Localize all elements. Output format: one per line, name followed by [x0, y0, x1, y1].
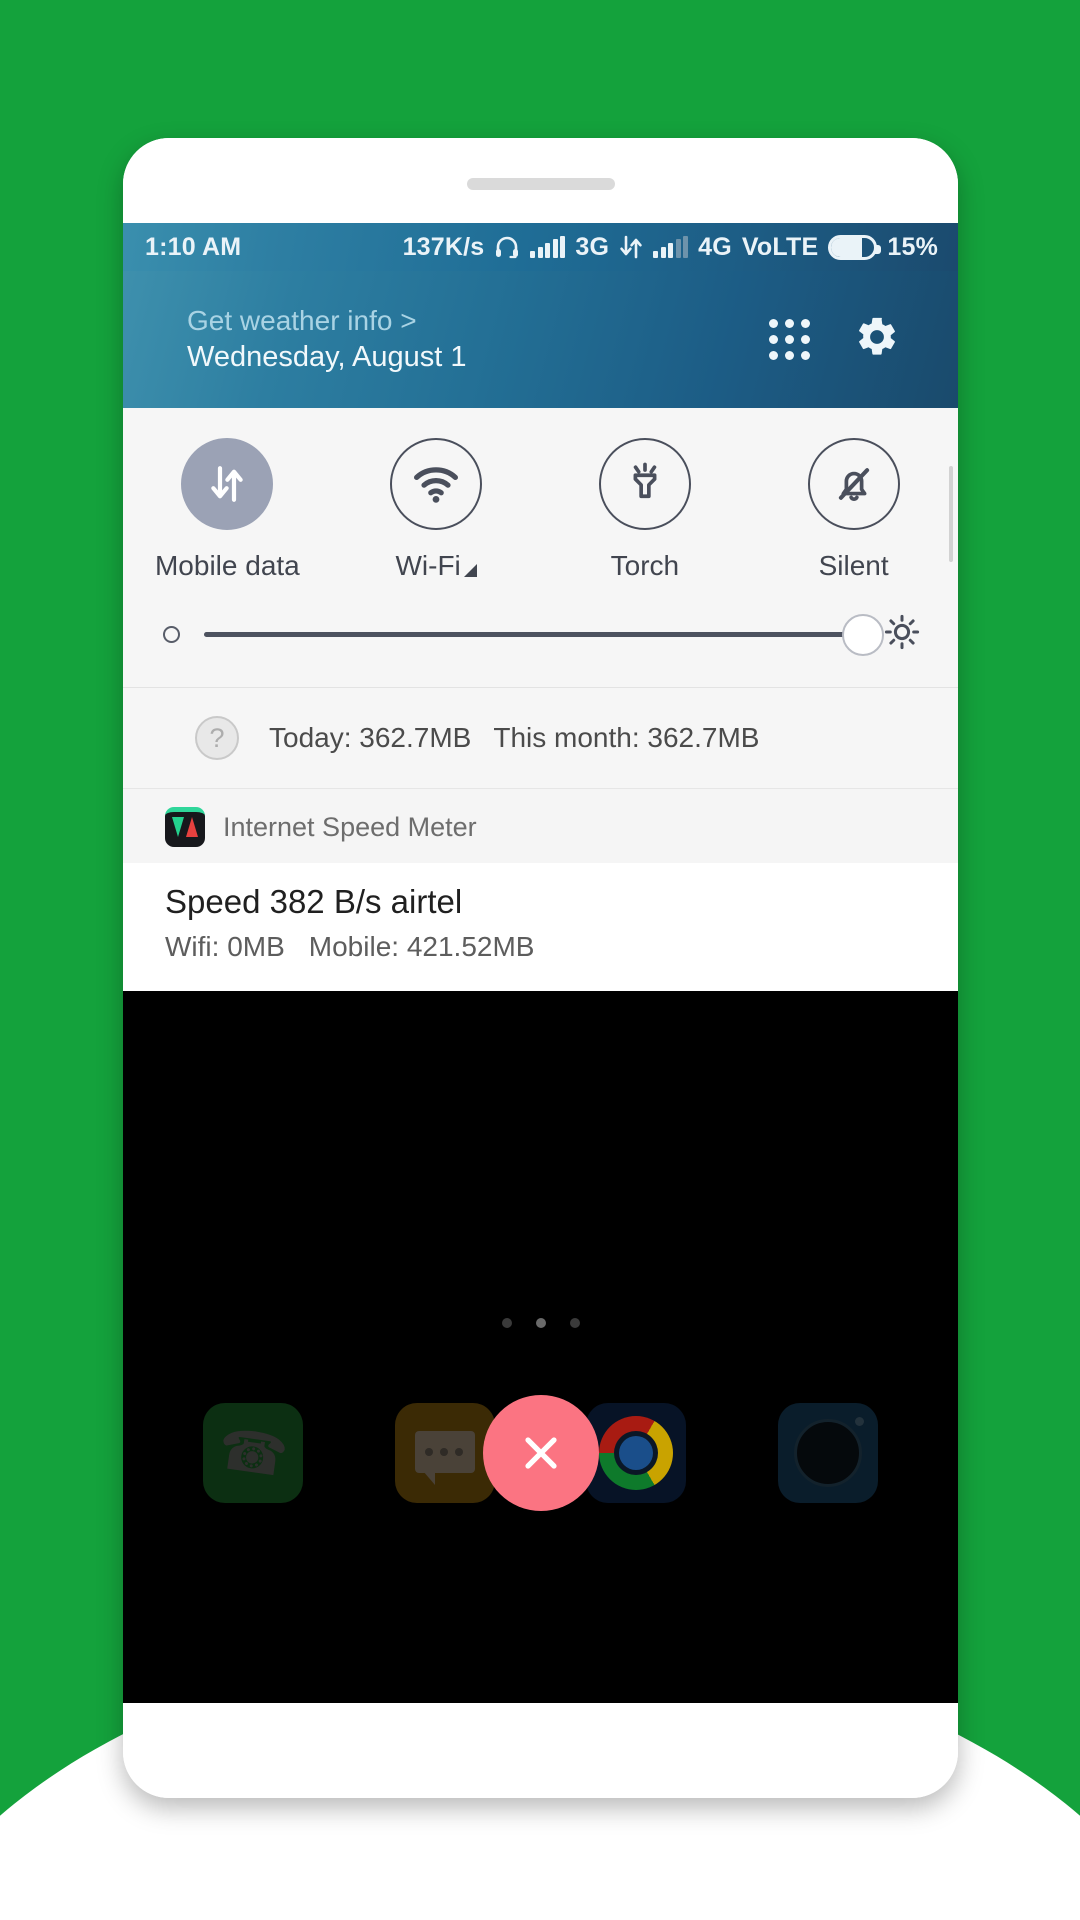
- phone-device-frame: 1:10 AM 137K/s 3G 4G VoLTE 15% Get weath…: [123, 138, 958, 1798]
- data-transfer-arrows-icon: [619, 234, 643, 260]
- toggle-label: Torch: [611, 550, 679, 582]
- data-transfer-arrows-icon[interactable]: [181, 438, 274, 530]
- current-date-label: Wednesday, August 1: [187, 341, 467, 373]
- status-bar-time: 1:10 AM: [145, 232, 242, 261]
- headset-icon: [494, 235, 520, 259]
- bell-off-icon[interactable]: [807, 438, 900, 530]
- chevron-expand-icon[interactable]: [463, 564, 477, 577]
- toggle-torch-label: Torch: [610, 550, 680, 581]
- signal-bars-icon-secondary: [653, 236, 689, 258]
- toggle-silent-label: Silent: [818, 550, 889, 581]
- quick-settings-panel: Mobile data Wi-Fi Torch Silent ? Today: …: [123, 408, 958, 788]
- brightness-low-icon: [163, 626, 180, 643]
- toggle-wifi[interactable]: Wi-Fi: [332, 438, 541, 582]
- quick-settings-header: Get weather info > Wednesday, August 1: [123, 271, 958, 408]
- phone-screen: 1:10 AM 137K/s 3G 4G VoLTE 15% Get weath…: [123, 223, 958, 1703]
- network-speed-text: 137K/s: [402, 232, 485, 261]
- notification-title: Speed 382 B/s airtel: [165, 883, 463, 920]
- toggle-silent[interactable]: Silent: [749, 438, 958, 582]
- battery-percent-label: 15%: [887, 232, 938, 261]
- data-usage-row[interactable]: ? Today: 362.7MB This month: 362.7MB: [123, 688, 958, 788]
- quick-settings-scrollbar[interactable]: [949, 466, 953, 562]
- notification-card[interactable]: Internet Speed Meter Speed 382 B/s airte…: [123, 788, 958, 991]
- notification-wifi-usage: Wifi: 0MB: [165, 931, 285, 962]
- wifi-icon[interactable]: [390, 438, 483, 530]
- battery-icon: [828, 234, 882, 260]
- weather-block[interactable]: Get weather info > Wednesday, August 1: [187, 305, 466, 374]
- toggle-label: Wi-Fi: [395, 550, 477, 582]
- toggle-mobile-data[interactable]: Mobile data: [123, 438, 332, 582]
- earpiece-speaker: [466, 178, 615, 190]
- toggle-wifi-label: Wi-Fi: [395, 550, 461, 581]
- page-indicator: [501, 1318, 580, 1328]
- question-mark-icon[interactable]: ?: [195, 716, 239, 760]
- toggle-label: Silent: [819, 550, 889, 582]
- header-actions: [769, 314, 928, 365]
- toggle-torch[interactable]: Torch: [541, 438, 750, 582]
- phone-icon[interactable]: ☎: [202, 1403, 303, 1503]
- flashlight-icon[interactable]: [598, 438, 691, 530]
- brightness-track[interactable]: [204, 613, 884, 656]
- phone-bottom-bezel: [123, 1703, 958, 1798]
- toggle-mobile-data-label: Mobile data: [154, 550, 300, 581]
- data-usage-month: This month: 362.7MB: [493, 722, 760, 753]
- app-grid-icon[interactable]: [769, 319, 810, 360]
- page-dot: [569, 1318, 580, 1328]
- brightness-thumb[interactable]: [842, 613, 884, 656]
- data-usage-today: Today: 362.7MB: [269, 722, 472, 753]
- internet-speed-meter-icon: [165, 807, 205, 847]
- notification-header: Internet Speed Meter: [123, 789, 958, 863]
- message-icon[interactable]: [394, 1403, 495, 1503]
- notification-body[interactable]: Speed 382 B/s airtel Wifi: 0MB Mobile: 4…: [123, 863, 958, 991]
- chrome-icon[interactable]: [586, 1403, 687, 1503]
- phone-top-bezel: [123, 138, 958, 223]
- gear-icon[interactable]: [854, 314, 900, 365]
- close-x-icon[interactable]: [482, 1395, 599, 1511]
- volte-label: VoLTE: [741, 232, 819, 261]
- quick-toggle-row: Mobile data Wi-Fi Torch Silent: [123, 408, 958, 600]
- weather-info-link[interactable]: Get weather info >: [187, 305, 466, 337]
- network-type-3g-label: 3G: [575, 232, 610, 261]
- notification-app-name: Internet Speed Meter: [223, 811, 477, 842]
- home-screen-dimmed: ☎: [123, 991, 958, 1551]
- brightness-high-icon: [884, 614, 920, 655]
- network-type-4g-label: 4G: [698, 232, 732, 261]
- notification-detail: Wifi: 0MB Mobile: 421.52MB: [165, 931, 958, 963]
- status-bar-icons: 137K/s 3G 4G VoLTE 15%: [403, 233, 938, 262]
- status-bar: 1:10 AM 137K/s 3G 4G VoLTE 15%: [123, 223, 958, 271]
- page-background: 1:10 AM 137K/s 3G 4G VoLTE 15% Get weath…: [0, 0, 1080, 1920]
- notification-mobile-usage: Mobile: 421.52MB: [308, 931, 535, 962]
- data-usage-text: Today: 362.7MB This month: 362.7MB: [269, 722, 759, 754]
- page-dot: [501, 1318, 512, 1328]
- camera-icon[interactable]: [778, 1403, 879, 1503]
- page-dot: [535, 1318, 546, 1328]
- brightness-slider[interactable]: [123, 600, 958, 687]
- signal-bars-icon: [530, 236, 566, 258]
- toggle-label: Mobile data: [155, 550, 300, 582]
